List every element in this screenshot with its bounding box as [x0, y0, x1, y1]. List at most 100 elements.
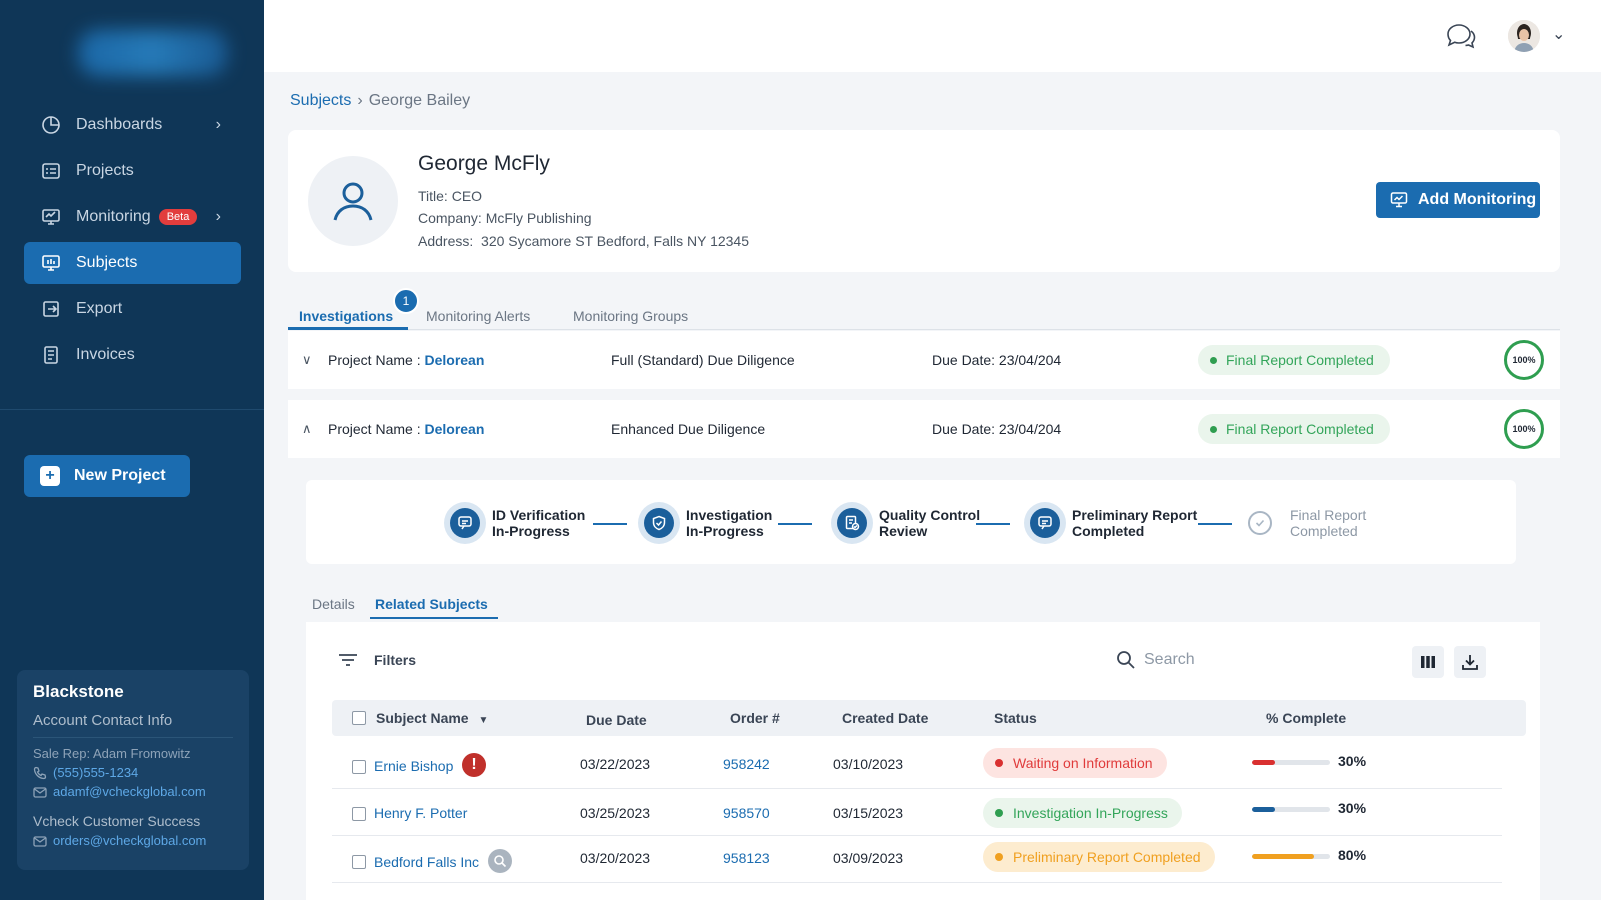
column-subject-name[interactable]: Subject Name ▼ — [376, 710, 488, 726]
project-row[interactable]: ∨ Project Name : Delorean Full (Standard… — [288, 331, 1560, 389]
step-connector — [593, 523, 627, 525]
breadcrumb-separator-icon: › — [357, 92, 363, 109]
table-row[interactable]: Henry F. Potter 03/25/2023 958570 03/15/… — [332, 789, 1502, 836]
mail-icon — [33, 835, 47, 847]
due-date: 03/22/2023 — [580, 756, 651, 772]
add-monitoring-button[interactable]: Add Monitoring — [1376, 182, 1540, 218]
chevron-down-icon[interactable]: ⌄ — [1552, 24, 1565, 44]
sidebar-item-monitoring[interactable]: Monitoring Beta › — [24, 196, 241, 238]
chat-icon[interactable] — [1444, 20, 1478, 52]
row-checkbox[interactable] — [352, 807, 366, 821]
sidebar-item-dashboards[interactable]: Dashboards › — [24, 104, 241, 146]
subjects-icon — [40, 252, 62, 274]
column-status[interactable]: Status — [994, 710, 1037, 726]
tab-label: Investigations — [299, 308, 394, 324]
step-line1: Investigation — [686, 507, 773, 523]
filter-icon — [339, 654, 357, 666]
table-row[interactable]: Ernie Bishop ! 03/22/2023 958242 03/10/2… — [332, 742, 1502, 789]
rep-email-link[interactable]: adamf@vcheckglobal.com — [33, 784, 233, 799]
download-button[interactable] — [1454, 646, 1486, 678]
alert-icon: ! — [462, 753, 486, 777]
beta-badge: Beta — [158, 209, 198, 225]
due-date: 03/20/2023 — [580, 850, 651, 866]
project-name: Project Name : Delorean — [328, 352, 484, 368]
subject-name-link[interactable]: Bedford Falls Inc — [374, 854, 479, 870]
cs-email-link[interactable]: orders@vcheckglobal.com — [33, 833, 233, 848]
active-subtab-indicator — [370, 617, 498, 619]
step-label: Final Report Completed — [1290, 507, 1410, 539]
rep-phone-link[interactable]: (555)555-1234 — [33, 765, 233, 780]
column-order[interactable]: Order # — [730, 710, 780, 726]
breadcrumb-current: George Bailey — [368, 92, 471, 109]
sidebar-item-label: Dashboards — [76, 116, 163, 133]
subtab-related-subjects[interactable]: Related Subjects — [375, 596, 488, 612]
breadcrumb-subjects[interactable]: Subjects — [290, 92, 351, 109]
created-date: 03/15/2023 — [833, 805, 904, 821]
chat-icon — [1030, 508, 1060, 538]
tab-monitoring-groups[interactable]: Monitoring Groups — [573, 308, 688, 324]
filters-button[interactable]: Filters — [338, 652, 416, 668]
subtab-details[interactable]: Details — [312, 596, 355, 612]
order-link[interactable]: 958123 — [723, 850, 770, 866]
subject-name-link[interactable]: Henry F. Potter — [374, 805, 467, 821]
company-logo — [78, 30, 228, 76]
column-complete[interactable]: % Complete — [1266, 710, 1346, 726]
customer-success-heading: Vcheck Customer Success — [33, 813, 201, 829]
monitoring-icon — [40, 206, 62, 228]
percent-complete: 30% — [1338, 800, 1367, 816]
step-circle — [1024, 502, 1066, 544]
row-checkbox[interactable] — [352, 855, 366, 869]
created-date: 03/10/2023 — [833, 756, 904, 772]
project-status-badge: Final Report Completed — [1198, 414, 1390, 444]
sidebar-item-export[interactable]: Export — [24, 288, 241, 330]
project-name-link[interactable]: Delorean — [424, 421, 484, 437]
chevron-up-icon[interactable]: ∧ — [302, 421, 312, 437]
column-due-date[interactable]: Due Date — [586, 712, 647, 728]
status-badge: Investigation In-Progress — [983, 798, 1182, 828]
download-icon — [1462, 655, 1478, 670]
project-row[interactable]: ∧ Project Name : Delorean Enhanced Due D… — [288, 400, 1560, 458]
related-subjects-table-card: Filters Subject Name ▼ Due Date Order # … — [306, 622, 1540, 900]
account-contact-card: Blackstone Account Contact Info Sale Rep… — [17, 670, 249, 870]
subject-tabs: Investigations 1 Monitoring Alerts Monit… — [288, 288, 1560, 330]
sidebar-item-label: Monitoring — [76, 208, 151, 225]
created-date: 03/09/2023 — [833, 850, 904, 866]
user-icon — [333, 182, 373, 221]
shield-icon — [644, 508, 674, 538]
address-label: Address: — [418, 233, 474, 249]
step-line1: Preliminary Report — [1072, 507, 1198, 523]
tab-monitoring-alerts[interactable]: Monitoring Alerts — [426, 308, 530, 324]
sidebar-item-projects[interactable]: Projects — [24, 150, 241, 192]
sidebar-item-label: Projects — [76, 162, 134, 179]
table-row[interactable]: Bedford Falls Inc 03/20/2023 958123 03/0… — [332, 836, 1502, 883]
subject-address: Address: 320 Sycamore ST Bedford, Falls … — [418, 233, 749, 249]
tab-count-badge: 1 — [393, 288, 419, 314]
investigation-stepper: ID Verification In-Progress Investigation… — [306, 480, 1516, 564]
select-all-checkbox[interactable] — [352, 711, 366, 725]
subject-name-link[interactable]: Ernie Bishop — [374, 758, 453, 774]
order-link[interactable]: 958242 — [723, 756, 770, 772]
column-created-date[interactable]: Created Date — [842, 710, 928, 726]
order-link[interactable]: 958570 — [723, 805, 770, 821]
rep-phone: (555)555-1234 — [53, 765, 139, 780]
progress-ring: 100% — [1504, 409, 1544, 449]
project-type: Enhanced Due Diligence — [611, 421, 766, 437]
user-avatar[interactable] — [1508, 20, 1540, 52]
step-line1: Final Report — [1290, 507, 1367, 523]
row-checkbox[interactable] — [352, 760, 366, 774]
chevron-down-icon[interactable]: ∨ — [302, 352, 312, 368]
progress-fill — [1252, 807, 1276, 812]
search-input[interactable] — [1144, 651, 1344, 669]
project-name-link[interactable]: Delorean — [424, 352, 484, 368]
progress-fill — [1252, 760, 1276, 765]
sidebar-item-subjects[interactable]: Subjects — [24, 242, 241, 284]
step-connector — [1198, 523, 1232, 525]
sort-down-icon: ▼ — [478, 715, 489, 726]
sidebar-item-label: Subjects — [76, 254, 138, 271]
tab-investigations[interactable]: Investigations — [299, 308, 393, 324]
new-project-label: New Project — [74, 467, 166, 484]
columns-button[interactable] — [1412, 646, 1444, 678]
sidebar-item-invoices[interactable]: Invoices — [24, 334, 241, 376]
new-project-button[interactable]: + New Project — [24, 455, 190, 497]
status-badge: Preliminary Report Completed — [983, 842, 1215, 872]
